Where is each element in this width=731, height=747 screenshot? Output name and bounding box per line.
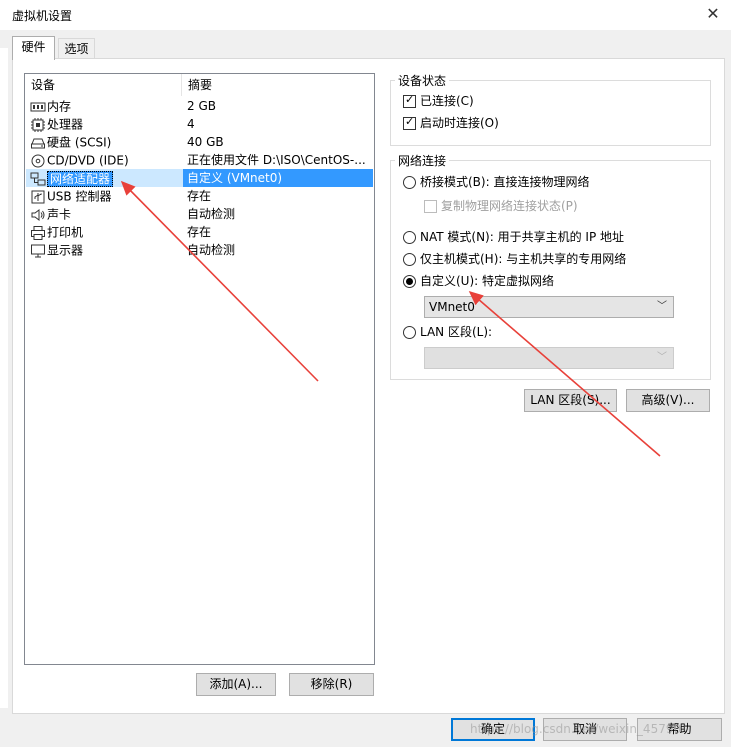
speaker-icon (31, 208, 45, 221)
connected-checkbox[interactable]: ✓ 已连接(C) (403, 92, 474, 110)
device-name: 显示器 (47, 243, 84, 258)
device-summary: 2 GB (187, 99, 216, 113)
watermark-text: https://blog.csdn.net/weixin_45790 (470, 722, 682, 736)
tab-hardware-label: 硬件 (21, 40, 46, 54)
bridged-label: 桥接模式(B): 直接连接物理网络 (420, 175, 590, 189)
radio-circle (403, 326, 416, 339)
close-icon[interactable]: ✕ (703, 4, 723, 24)
replicate-state-label: 复制物理网络连接状态(P) (441, 199, 578, 213)
tab-hardware[interactable]: 硬件 (12, 36, 55, 60)
title-bar: 虚拟机设置 ✕ (0, 0, 731, 30)
cpu-icon (31, 117, 45, 132)
usb-icon (31, 190, 45, 203)
radio-circle (403, 231, 416, 244)
network-connection-title: 网络连接 (398, 154, 447, 168)
network-adapter-icon (30, 172, 46, 185)
tab-options-label: 选项 (64, 42, 89, 56)
checkbox-box: ✓ (403, 93, 416, 108)
device-row-memory[interactable]: 内存 2 GB (26, 97, 373, 115)
column-header-device-label: 设备 (31, 78, 56, 92)
device-summary: 自动检测 (187, 207, 236, 221)
device-row-network-adapter[interactable]: 网络适配器 自定义 (VMnet0) (26, 169, 373, 187)
monitor-icon (31, 244, 45, 257)
custom-network-value: VMnet0 (429, 300, 475, 314)
lan-segment-label: LAN 区段(L): (420, 325, 493, 339)
device-summary: 自定义 (VMnet0) (183, 169, 373, 187)
device-name: 处理器 (47, 117, 84, 132)
replicate-state-checkbox[interactable]: 复制物理网络连接状态(P) (424, 197, 578, 215)
connect-at-power-on-label: 启动时连接(O) (420, 116, 499, 130)
device-name: 打印机 (47, 225, 84, 240)
device-list[interactable]: 设备 摘要 内存 2 GB 处理器 4 硬盘 (SCSI) 40 GB CD/D… (24, 73, 375, 665)
device-row-printer[interactable]: 打印机 存在 (26, 223, 373, 241)
device-row-processor[interactable]: 处理器 4 (26, 115, 373, 133)
connect-at-power-on-checkbox[interactable]: ✓ 启动时连接(O) (403, 114, 499, 132)
custom-radio[interactable]: 自定义(U): 特定虚拟网络 (403, 272, 554, 290)
memory-icon (30, 102, 46, 111)
column-header-summary[interactable]: 摘要 (182, 74, 374, 96)
lan-segments-button[interactable]: LAN 区段(S)... (524, 389, 617, 412)
device-summary: 自动检测 (187, 243, 236, 257)
cd-dvd-icon (31, 154, 45, 167)
background-strip (0, 48, 8, 708)
device-row-display[interactable]: 显示器 自动检测 (26, 241, 373, 259)
device-name: USB 控制器 (47, 189, 112, 204)
device-name: 硬盘 (SCSI) (47, 135, 112, 150)
custom-network-select[interactable]: VMnet0 ﹀ (424, 296, 674, 318)
window-title: 虚拟机设置 (12, 9, 73, 23)
device-row-cd-dvd[interactable]: CD/DVD (IDE) 正在使用文件 D:\ISO\CentOS-... (26, 151, 373, 169)
device-row-hard-disk[interactable]: 硬盘 (SCSI) 40 GB (26, 133, 373, 151)
radio-circle (403, 253, 416, 266)
printer-icon (31, 225, 45, 240)
device-summary: 存在 (187, 189, 212, 203)
device-summary: 4 (187, 117, 195, 131)
device-name: CD/DVD (IDE) (47, 153, 129, 168)
device-summary: 正在使用文件 D:\ISO\CentOS-... (187, 153, 366, 167)
column-header-device[interactable]: 设备 (25, 74, 182, 96)
hard-disk-icon (31, 138, 45, 148)
checkbox-box: ✓ (403, 115, 416, 130)
device-name: 内存 (47, 99, 72, 114)
radio-circle (403, 176, 416, 189)
chevron-down-icon: ﹀ (657, 352, 667, 363)
device-row-usb-controller[interactable]: USB 控制器 存在 (26, 187, 373, 205)
device-name: 声卡 (47, 207, 72, 222)
bridged-radio[interactable]: 桥接模式(B): 直接连接物理网络 (403, 173, 589, 191)
lan-segment-select[interactable]: ﹀ (424, 347, 674, 369)
column-header-summary-label: 摘要 (188, 78, 213, 92)
custom-label: 自定义(U): 特定虚拟网络 (420, 274, 555, 288)
chevron-down-icon: ﹀ (657, 301, 667, 312)
radio-circle (403, 275, 416, 288)
connected-label: 已连接(C) (420, 94, 474, 108)
nat-radio[interactable]: NAT 模式(N): 用于共享主机的 IP 地址 (403, 228, 624, 246)
tab-options[interactable]: 选项 (58, 38, 95, 59)
device-name: 网络适配器 (47, 170, 114, 187)
advanced-button[interactable]: 高级(V)... (626, 389, 710, 412)
device-status-title: 设备状态 (398, 74, 447, 88)
host-only-label: 仅主机模式(H): 与主机共享的专用网络 (420, 252, 627, 266)
lan-segment-radio[interactable]: LAN 区段(L): (403, 323, 492, 341)
device-row-sound-card[interactable]: 声卡 自动检测 (26, 205, 373, 223)
device-summary: 40 GB (187, 135, 224, 149)
checkbox-box (424, 200, 437, 213)
nat-label: NAT 模式(N): 用于共享主机的 IP 地址 (420, 230, 625, 244)
device-summary: 存在 (187, 225, 212, 239)
remove-button[interactable]: 移除(R) (289, 673, 374, 696)
host-only-radio[interactable]: 仅主机模式(H): 与主机共享的专用网络 (403, 250, 626, 268)
add-button[interactable]: 添加(A)... (196, 673, 276, 696)
